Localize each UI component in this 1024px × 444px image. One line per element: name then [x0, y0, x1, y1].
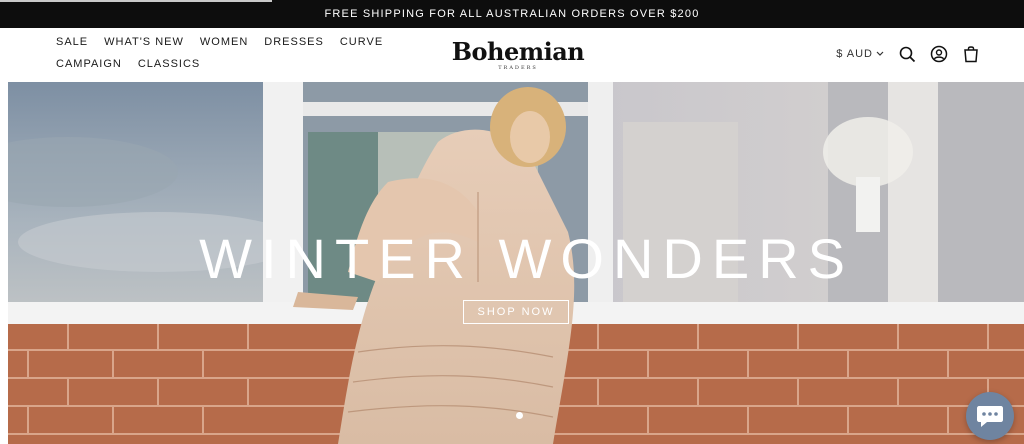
- nav-item-campaign[interactable]: CAMPAIGN: [56, 56, 122, 72]
- cart-icon[interactable]: [962, 45, 980, 63]
- announcement-text: FREE SHIPPING FOR ALL AUSTRALIAN ORDERS …: [324, 8, 700, 20]
- shop-now-button[interactable]: SHOP NOW: [463, 300, 569, 324]
- chat-button[interactable]: [966, 392, 1014, 440]
- nav-item-curve[interactable]: CURVE: [340, 34, 383, 50]
- site-header: SALE WHAT'S NEW WOMEN DRESSES CURVE CAMP…: [0, 28, 1024, 82]
- hero-banner[interactable]: WINTER WONDERS SHOP NOW: [8, 82, 1024, 444]
- main-nav: SALE WHAT'S NEW WOMEN DRESSES CURVE CAMP…: [56, 34, 386, 72]
- nav-item-dresses[interactable]: DRESSES: [264, 34, 324, 50]
- hero-title: WINTER WONDERS: [199, 227, 854, 290]
- account-icon[interactable]: [930, 45, 948, 63]
- logo-name: Bohemian: [451, 37, 585, 66]
- announcement-bar: FREE SHIPPING FOR ALL AUSTRALIAN ORDERS …: [0, 0, 1024, 28]
- chat-bubble-icon: [977, 406, 1003, 427]
- carousel-dot[interactable]: [516, 412, 523, 419]
- nav-item-classics[interactable]: CLASSICS: [138, 56, 200, 72]
- nav-item-sale[interactable]: SALE: [56, 34, 88, 50]
- chevron-down-icon: [876, 51, 884, 56]
- brand-logo[interactable]: Bohemian TRADERS: [448, 37, 588, 72]
- currency-selector[interactable]: $ AUD: [836, 48, 884, 60]
- header-actions: $ AUD: [836, 45, 980, 63]
- search-icon[interactable]: [898, 45, 916, 63]
- nav-item-women[interactable]: WOMEN: [200, 34, 248, 50]
- nav-item-whats-new[interactable]: WHAT'S NEW: [104, 34, 184, 50]
- currency-label: $ AUD: [836, 48, 873, 60]
